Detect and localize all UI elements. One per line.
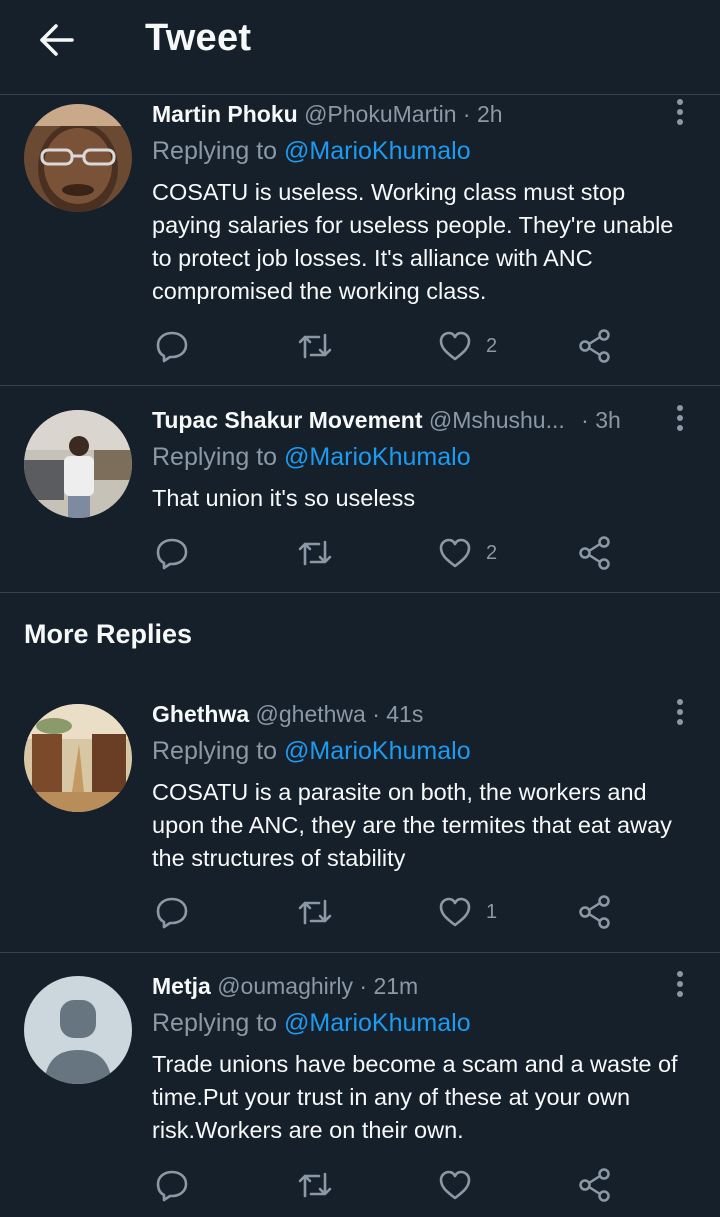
timestamp[interactable]: · 2h [463,101,503,127]
reply-icon [156,1170,188,1202]
share-icon [579,1168,610,1202]
top-bar: Tweet [0,0,720,82]
like-count: 1 [486,900,498,923]
heart-icon [439,538,471,568]
share-button[interactable] [578,1165,612,1205]
replying-to-prefix: Replying to [152,443,285,471]
author-handle[interactable]: @Mshushu... [429,407,565,433]
replying-to-prefix: Replying to [152,1009,285,1037]
more-options-icon[interactable] [668,970,692,1000]
replying-to: Replying to @MarioKhumalo [152,1009,471,1038]
author-line: Metja @oumaghirly · 21m [152,973,418,1000]
author-name[interactable]: Ghethwa [152,701,249,727]
like-button[interactable]: 2 [438,533,497,573]
author-handle[interactable]: @PhokuMartin [304,101,456,127]
replying-to-prefix: Replying to [152,737,285,765]
retweet-icon [298,333,332,359]
author-handle[interactable]: @ghethwa [256,701,366,727]
retweet-icon [298,1172,332,1198]
avatar[interactable] [24,104,132,212]
share-icon [579,895,610,929]
reply-button[interactable] [155,1165,189,1205]
retweet-button[interactable] [297,533,333,573]
author-name[interactable]: Martin Phoku [152,101,298,127]
back-arrow-icon[interactable] [36,22,76,58]
replying-to: Replying to @MarioKhumalo [152,137,471,166]
retweet-icon [298,899,332,925]
more-options-icon[interactable] [668,404,692,434]
share-icon [579,536,610,570]
more-options-icon[interactable] [668,698,692,728]
share-button[interactable] [578,533,612,573]
mention-link[interactable]: @MarioKhumalo [284,737,471,765]
tweet-divider [0,952,720,953]
tweet-text: That union it's so useless [152,485,416,511]
author-line: Tupac Shakur Movement @Mshushu... · 3h [152,407,621,434]
retweet-button[interactable] [297,1165,333,1205]
share-button[interactable] [578,892,612,932]
like-button[interactable]: 1 [438,892,497,932]
like-count: 2 [486,334,498,357]
mention-link[interactable]: @MarioKhumalo [284,137,471,165]
avatar[interactable] [24,410,132,518]
reply-icon [156,331,188,363]
reply-icon [156,538,188,570]
timestamp[interactable]: · 3h [581,407,621,433]
author-line: Ghethwa @ghethwa · 41s [152,701,423,728]
timestamp[interactable]: · 41s [372,701,423,727]
page-title: Tweet [145,17,252,59]
reply-icon [156,897,188,929]
replying-to-prefix: Replying to [152,137,285,165]
retweet-button[interactable] [297,326,333,366]
replying-to: Replying to @MarioKhumalo [152,443,471,472]
like-count: 2 [486,541,498,564]
avatar[interactable] [24,976,132,1084]
tweet-text: COSATU is useless. Working class must st… [152,179,674,304]
author-name[interactable]: Tupac Shakur Movement [152,407,423,433]
mention-link[interactable]: @MarioKhumalo [284,443,471,471]
share-button[interactable] [578,326,612,366]
retweet-icon [298,540,332,566]
heart-icon [439,897,471,927]
author-line: Martin Phoku @PhokuMartin · 2h [152,101,503,128]
mention-link[interactable]: @MarioKhumalo [284,1009,471,1037]
more-options-icon[interactable] [668,98,692,128]
reply-button[interactable] [155,533,189,573]
tweet-text: COSATU is a parasite on both, the worker… [152,779,672,871]
timestamp[interactable]: · 21m [359,973,418,999]
header-divider [0,94,720,95]
share-icon [579,329,610,363]
tweet-divider [0,592,720,593]
author-handle[interactable]: @oumaghirly [217,973,353,999]
tweet-text: Trade unions have become a scam and a wa… [152,1051,678,1143]
more-replies-heading: More Replies [24,619,193,649]
avatar[interactable] [24,704,132,812]
author-name[interactable]: Metja [152,973,211,999]
retweet-button[interactable] [297,892,333,932]
default-avatar-icon [24,976,132,1084]
heart-icon [439,1170,471,1200]
like-button[interactable]: 2 [438,326,497,366]
like-button[interactable] [438,1165,486,1205]
reply-button[interactable] [155,326,189,366]
replying-to: Replying to @MarioKhumalo [152,737,471,766]
heart-icon [439,331,471,361]
reply-button[interactable] [155,892,189,932]
tweet-divider [0,385,720,386]
